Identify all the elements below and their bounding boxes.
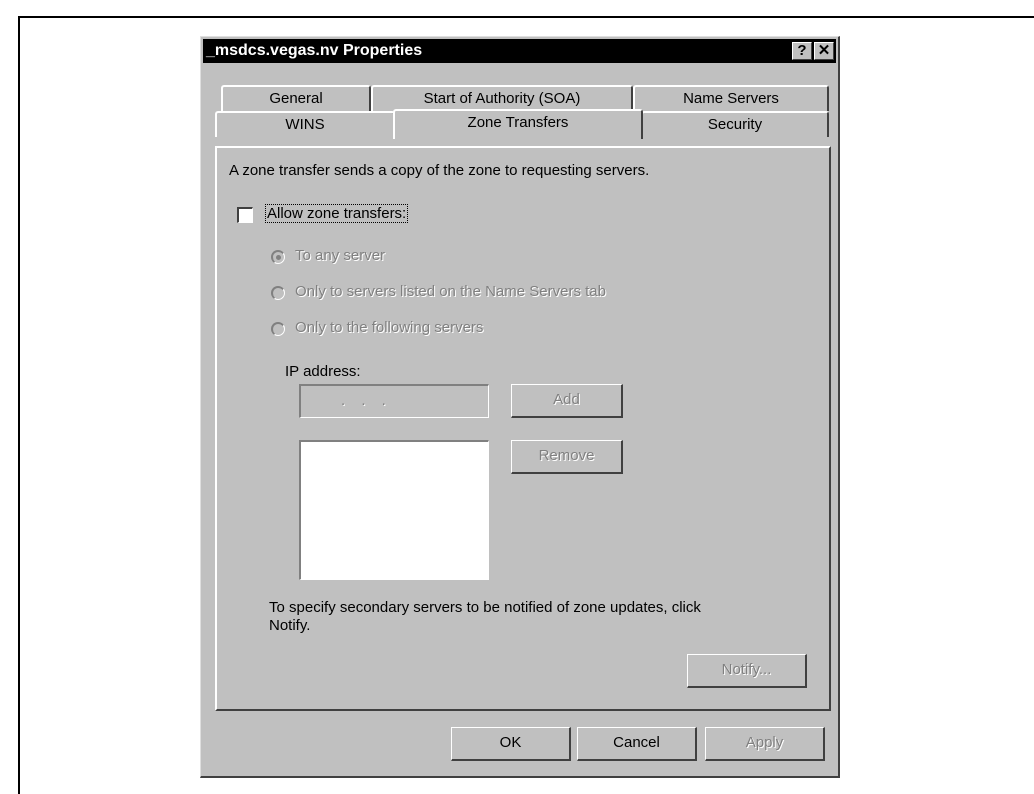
radio-any-server[interactable] [271, 250, 285, 264]
figure-frame-top [18, 16, 1034, 18]
server-list-box[interactable] [299, 440, 489, 580]
ip-address-input[interactable]: . . . [299, 384, 489, 418]
radio-any-server-label[interactable]: To any server [295, 247, 385, 264]
cancel-button-label: Cancel [613, 734, 660, 751]
ok-button-label: OK [499, 734, 522, 751]
tab-soa-label: Start of Authority (SOA) [423, 90, 581, 107]
notify-instructions-line2: Notify. [269, 617, 311, 634]
notify-instructions-line1: To specify secondary servers to be notif… [269, 599, 701, 616]
tab-soa[interactable]: Start of Authority (SOA) [371, 85, 633, 111]
allow-zone-transfers-text: Allow zone transfers: [265, 204, 409, 223]
radio-name-servers-tab-label[interactable]: Only to servers listed on the Name Serve… [295, 283, 606, 300]
close-button[interactable]: ✕ [814, 42, 834, 60]
properties-dialog: _msdcs.vegas.nv Properties ? ✕ General S… [200, 36, 840, 778]
radio-following-servers-label[interactable]: Only to the following servers [295, 319, 483, 336]
help-icon: ? [797, 42, 807, 59]
ok-button[interactable]: OK [451, 727, 571, 761]
tab-general[interactable]: General [221, 85, 371, 111]
tab-zone-transfers-label: Zone Transfers [467, 114, 569, 131]
apply-button[interactable]: Apply [705, 727, 825, 761]
tab-general-label: General [269, 90, 323, 107]
tab-security-label: Security [707, 116, 763, 133]
tab-name-servers-label: Name Servers [683, 90, 779, 107]
cancel-button[interactable]: Cancel [577, 727, 697, 761]
tab-zone-transfers[interactable]: Zone Transfers [393, 109, 643, 139]
title-bar[interactable]: _msdcs.vegas.nv Properties ? ✕ [203, 39, 836, 63]
tab-wins[interactable]: WINS [215, 111, 395, 137]
figure-frame-left [18, 16, 20, 794]
add-button[interactable]: Add [511, 384, 623, 418]
ip-address-dots: . . . [341, 392, 392, 409]
remove-button[interactable]: Remove [511, 440, 623, 474]
tab-name-servers[interactable]: Name Servers [633, 85, 829, 111]
zone-transfers-panel: A zone transfer sends a copy of the zone… [215, 146, 831, 711]
tab-wins-label: WINS [285, 116, 325, 133]
notify-button[interactable]: Notify... [687, 654, 807, 688]
radio-following-servers[interactable] [271, 322, 285, 336]
close-icon: ✕ [817, 42, 831, 59]
ip-address-label: IP address: [285, 363, 361, 380]
window-title: _msdcs.vegas.nv Properties [206, 42, 423, 59]
radio-name-servers-tab[interactable] [271, 286, 285, 300]
zone-transfer-description: A zone transfer sends a copy of the zone… [229, 162, 650, 179]
allow-zone-transfers-label[interactable]: Allow zone transfers: [265, 204, 409, 223]
tab-security[interactable]: Security [641, 111, 829, 137]
help-button[interactable]: ? [792, 42, 812, 60]
notify-button-label: Notify... [721, 661, 772, 678]
allow-zone-transfers-checkbox[interactable] [237, 207, 253, 223]
add-button-label: Add [553, 391, 580, 408]
remove-button-label: Remove [538, 447, 595, 464]
apply-button-label: Apply [745, 734, 784, 751]
